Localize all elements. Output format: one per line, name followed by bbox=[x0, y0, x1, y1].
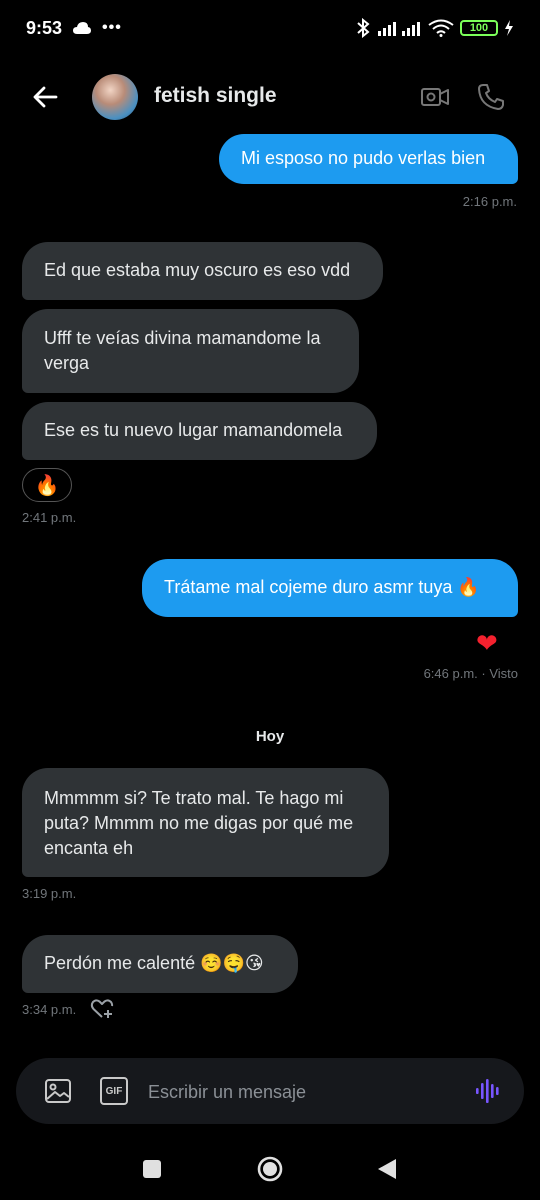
status-bar: 9:53 ••• 100 bbox=[0, 0, 540, 56]
back-nav-icon[interactable] bbox=[372, 1154, 402, 1184]
message-composer: GIF bbox=[16, 1058, 524, 1124]
message-timestamp: 3:19 p.m. bbox=[22, 886, 77, 901]
video-call-icon[interactable] bbox=[420, 82, 450, 112]
wifi-icon bbox=[428, 19, 454, 37]
day-separator: Hoy bbox=[255, 728, 285, 745]
charging-icon bbox=[505, 20, 513, 36]
more-notifications-icon: ••• bbox=[102, 19, 122, 36]
status-time: 9:53 bbox=[26, 17, 63, 38]
heart-reaction-icon[interactable]: ❤ bbox=[476, 628, 498, 659]
avatar[interactable] bbox=[92, 74, 138, 120]
message-timestamp: 2:41 p.m. bbox=[22, 510, 77, 525]
contact-name[interactable]: fetish single bbox=[154, 84, 277, 108]
home-icon[interactable] bbox=[255, 1154, 285, 1184]
bluetooth-icon bbox=[357, 18, 370, 38]
back-arrow-icon[interactable] bbox=[30, 82, 60, 112]
add-reaction-heart-icon[interactable] bbox=[90, 998, 114, 1020]
system-navigation-bar bbox=[0, 1140, 540, 1200]
message-input[interactable] bbox=[146, 1076, 460, 1108]
message-timestamp: 2:16 p.m. bbox=[462, 194, 517, 209]
phone-call-icon[interactable] bbox=[476, 82, 506, 112]
image-upload-icon[interactable] bbox=[44, 1077, 72, 1105]
message-bubble-received[interactable]: Mmmmm si? Te trato mal. Te hago mi puta?… bbox=[22, 768, 389, 877]
cloud-icon bbox=[73, 22, 92, 34]
message-timestamp: 3:34 p.m. bbox=[22, 1002, 77, 1017]
signal-icon bbox=[378, 22, 420, 36]
conversation-header: fetish single bbox=[0, 66, 540, 128]
gif-icon[interactable]: GIF bbox=[100, 1077, 128, 1105]
status-right: 100 bbox=[356, 18, 514, 38]
status-left: 9:53 ••• bbox=[26, 18, 122, 39]
message-bubble-received[interactable]: Ed que estaba muy oscuro es eso vdd bbox=[22, 242, 383, 300]
message-bubble-sent[interactable]: Trátame mal cojeme duro asmr tuya 🔥 bbox=[142, 559, 518, 617]
voice-message-icon[interactable] bbox=[474, 1077, 502, 1105]
message-timestamp-seen: 6:46 p.m. · Visto bbox=[423, 666, 518, 681]
recent-apps-icon[interactable] bbox=[137, 1154, 167, 1184]
message-bubble-received[interactable]: Perdón me calenté ☺️🤤😘 bbox=[22, 935, 298, 993]
battery-indicator: 100 bbox=[460, 20, 498, 36]
message-bubble-received[interactable]: Ese es tu nuevo lugar mamandomela bbox=[22, 402, 377, 460]
fire-reaction-icon[interactable]: 🔥 bbox=[22, 468, 72, 502]
message-bubble-received[interactable]: Ufff te veías divina mamandome la verga bbox=[22, 309, 359, 393]
message-bubble-sent[interactable]: Mi esposo no pudo verlas bien bbox=[219, 134, 518, 184]
